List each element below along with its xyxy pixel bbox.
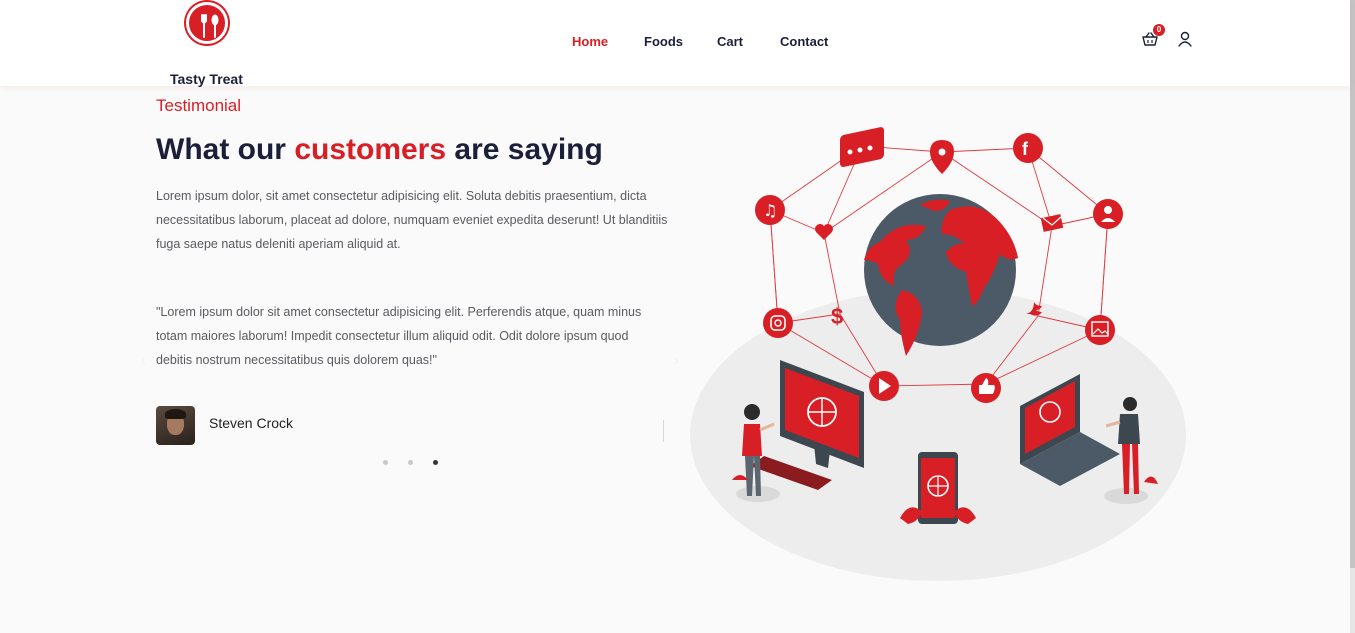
- section-subtitle: Testimonial: [156, 96, 242, 115]
- heading-accent-text: customers: [294, 133, 447, 166]
- slider-dot-active[interactable]: [433, 460, 438, 465]
- site-header: Tasty Treat Home Foods Cart Contact 0: [0, 0, 1350, 87]
- play-icon: [869, 371, 899, 401]
- slider-next-button[interactable]: ›: [674, 352, 679, 368]
- user-profile-icon: [1093, 199, 1123, 229]
- slider-edge-divider: [663, 420, 664, 442]
- logo-utensils-icon[interactable]: [186, 2, 228, 44]
- svg-text:♫: ♫: [763, 201, 777, 220]
- nav-home[interactable]: Home: [572, 34, 608, 49]
- scrollbar-thumb[interactable]: [1350, 0, 1355, 568]
- heading-text-start: What our: [156, 133, 295, 166]
- slider-dot[interactable]: [408, 460, 413, 465]
- section-intro: Lorem ipsum dolor, sit amet consectetur …: [156, 189, 668, 251]
- cart-count-badge: 0: [1153, 24, 1165, 36]
- chat-icon: [840, 127, 884, 167]
- heading-text-end: are saying: [446, 133, 603, 166]
- instagram-icon: [763, 308, 793, 338]
- mail-icon: [1040, 214, 1064, 232]
- facebook-icon: f: [1013, 133, 1043, 163]
- global-network-illustration: f ♫ $: [690, 127, 1186, 581]
- testimonial-quote: "Lorem ipsum dolor sit amet consectetur …: [156, 305, 642, 367]
- testimonial-author: Steven Crock: [209, 415, 294, 431]
- nav-contact[interactable]: Contact: [780, 34, 828, 49]
- svg-text:$: $: [831, 304, 843, 329]
- avatar: [156, 406, 195, 445]
- avatar-hair: [165, 409, 186, 419]
- dollar-icon: $: [831, 304, 843, 329]
- location-pin-icon: [930, 140, 954, 174]
- like-icon: [971, 373, 1001, 403]
- nav-cart[interactable]: Cart: [717, 34, 743, 49]
- heart-icon: [815, 224, 833, 240]
- section-heading: What our customers are saying: [156, 133, 603, 167]
- slider-dots: [383, 460, 438, 465]
- brand-name[interactable]: Tasty Treat: [170, 71, 243, 87]
- user-icon[interactable]: [1177, 31, 1193, 47]
- svg-text:f: f: [1022, 139, 1029, 159]
- music-icon: ♫: [755, 195, 785, 225]
- slider-prev-button[interactable]: ‹: [141, 352, 146, 368]
- slider-dot[interactable]: [383, 460, 388, 465]
- image-icon: [1085, 315, 1115, 345]
- nav-foods[interactable]: Foods: [644, 34, 683, 49]
